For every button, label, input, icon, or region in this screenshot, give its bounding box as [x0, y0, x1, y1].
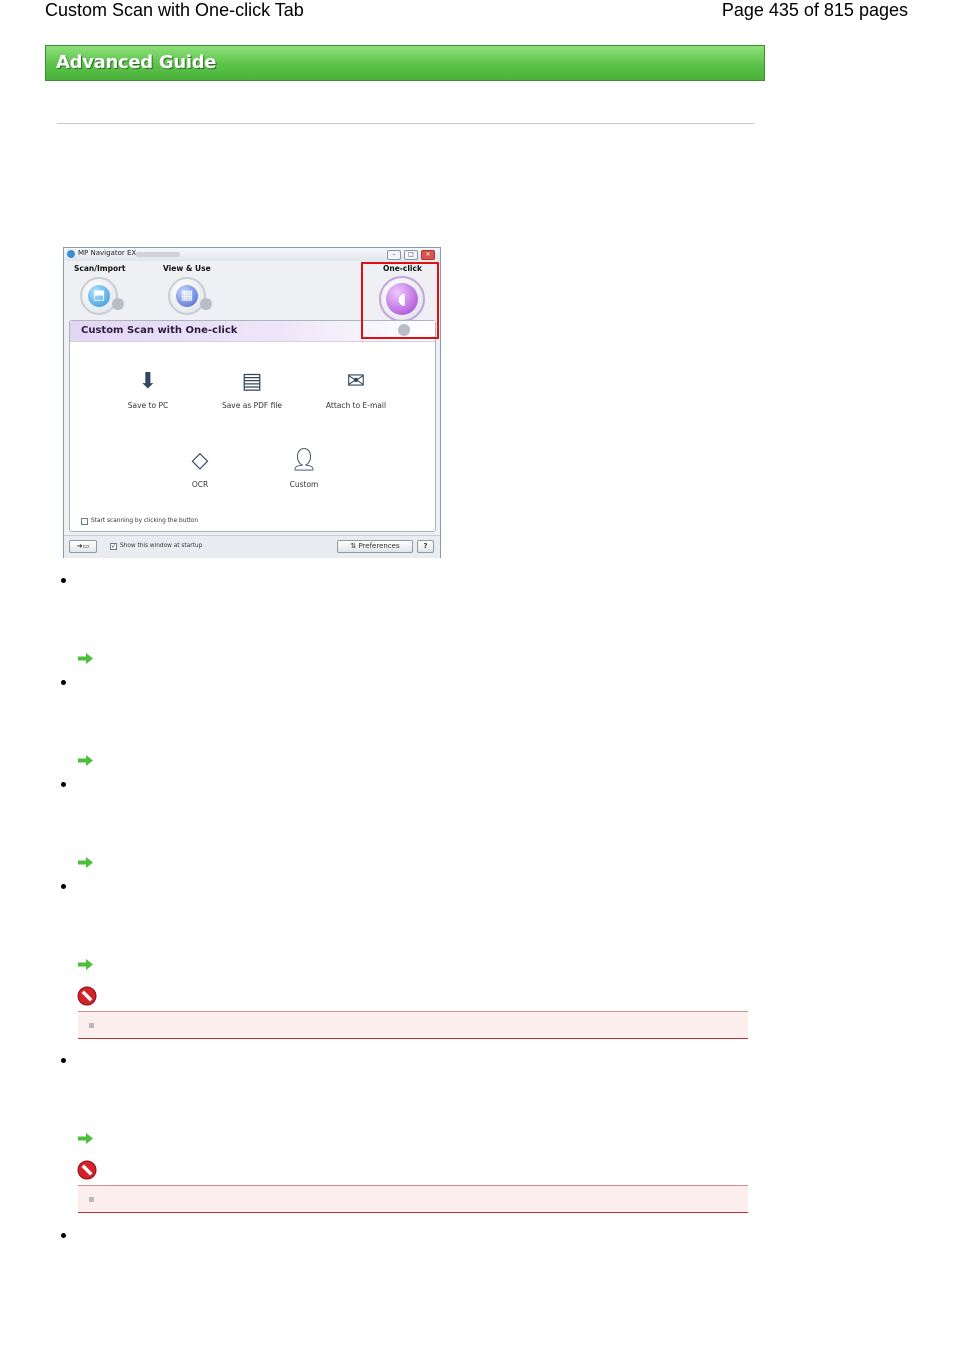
start-scanning-checkbox[interactable]: [81, 518, 88, 525]
list-bullet: [61, 680, 66, 685]
arrow-right-icon[interactable]: [78, 857, 93, 868]
mp-navigator-window: MP Navigator EX – □ ✕ Scan/Import ⬒ View…: [63, 247, 441, 558]
list-bullet: [61, 782, 66, 787]
tab-view-tail: [200, 298, 212, 310]
close-icon[interactable]: ✕: [421, 250, 435, 260]
minimize-icon[interactable]: –: [387, 250, 401, 260]
horizontal-divider: [57, 123, 754, 124]
switch-mode-button[interactable]: ➜▭: [69, 540, 97, 553]
arrow-right-icon[interactable]: [78, 653, 93, 664]
page-counter: Page 435 of 815 pages: [721, 0, 908, 20]
prohibited-icon: [77, 1160, 97, 1180]
save-to-pc-label: Save to PC: [127, 401, 169, 410]
window-title: MP Navigator EX: [78, 249, 137, 257]
tab-view-use-label[interactable]: View & Use: [163, 264, 211, 273]
prohibited-icon: [77, 986, 97, 1006]
save-to-pc-button[interactable]: ⬇ Save to PC: [108, 367, 188, 410]
arrow-right-icon[interactable]: [78, 1133, 93, 1144]
save-as-pdf-label: Save as PDF file: [221, 401, 283, 410]
app-icon: [67, 250, 75, 258]
tab-scan-import-label[interactable]: Scan/Import: [74, 264, 125, 273]
start-scanning-label: Start scanning by clicking the button: [91, 518, 199, 524]
tab-scan-tail: [112, 298, 124, 310]
page-title: Custom Scan with One-click Tab: [45, 0, 304, 20]
arrow-right-icon[interactable]: [78, 959, 93, 970]
note-bullet: [89, 1023, 94, 1028]
show-window-checkbox[interactable]: ✓: [110, 543, 117, 550]
maximize-icon[interactable]: □: [404, 250, 418, 260]
custom-button[interactable]: 👤︎ Custom: [264, 446, 344, 489]
ocr-label: OCR: [191, 480, 209, 489]
person-icon: 👤︎: [290, 448, 318, 473]
banner-label: Advanced Guide: [56, 52, 217, 73]
list-bullet: [61, 578, 66, 583]
one-click-highlight: [361, 262, 439, 339]
window-bottom-bar: ➜▭ ✓ Show this window at startup ⇅ Prefe…: [64, 535, 440, 558]
important-note-box: [78, 1011, 748, 1039]
ocr-icon: ◇: [191, 448, 209, 473]
mail-icon: ✉: [346, 369, 366, 394]
important-note-box: [78, 1185, 748, 1213]
attach-email-button[interactable]: ✉ Attach to E-mail: [316, 367, 396, 410]
ocr-button[interactable]: ◇ OCR: [160, 446, 240, 489]
list-bullet: [61, 884, 66, 889]
help-button[interactable]: ?: [417, 540, 434, 553]
advanced-guide-banner: Advanced Guide: [45, 45, 765, 81]
list-bullet: [61, 1058, 66, 1063]
preferences-button[interactable]: ⇅ Preferences: [337, 540, 413, 553]
custom-label: Custom: [289, 480, 319, 489]
show-window-label: Show this window at startup: [120, 543, 203, 549]
panel-title: Custom Scan with One-click: [81, 325, 238, 336]
arrow-right-icon[interactable]: [78, 755, 93, 766]
save-as-pdf-button[interactable]: ▤ Save as PDF file: [212, 367, 292, 410]
window-titlebar: MP Navigator EX – □ ✕: [64, 248, 440, 261]
window-title-blurred: [136, 252, 180, 257]
calendar-icon[interactable]: ▦: [168, 277, 206, 315]
pdf-icon: ▤: [241, 369, 263, 394]
scanner-icon[interactable]: ⬒: [80, 277, 118, 315]
attach-email-label: Attach to E-mail: [325, 401, 387, 410]
note-bullet: [89, 1197, 94, 1202]
custom-scan-panel: Custom Scan with One-click ⬇ Save to PC …: [69, 320, 436, 532]
list-bullet: [61, 1233, 66, 1238]
save-to-pc-icon: ⬇: [138, 369, 158, 394]
preferences-label: Preferences: [358, 542, 400, 550]
